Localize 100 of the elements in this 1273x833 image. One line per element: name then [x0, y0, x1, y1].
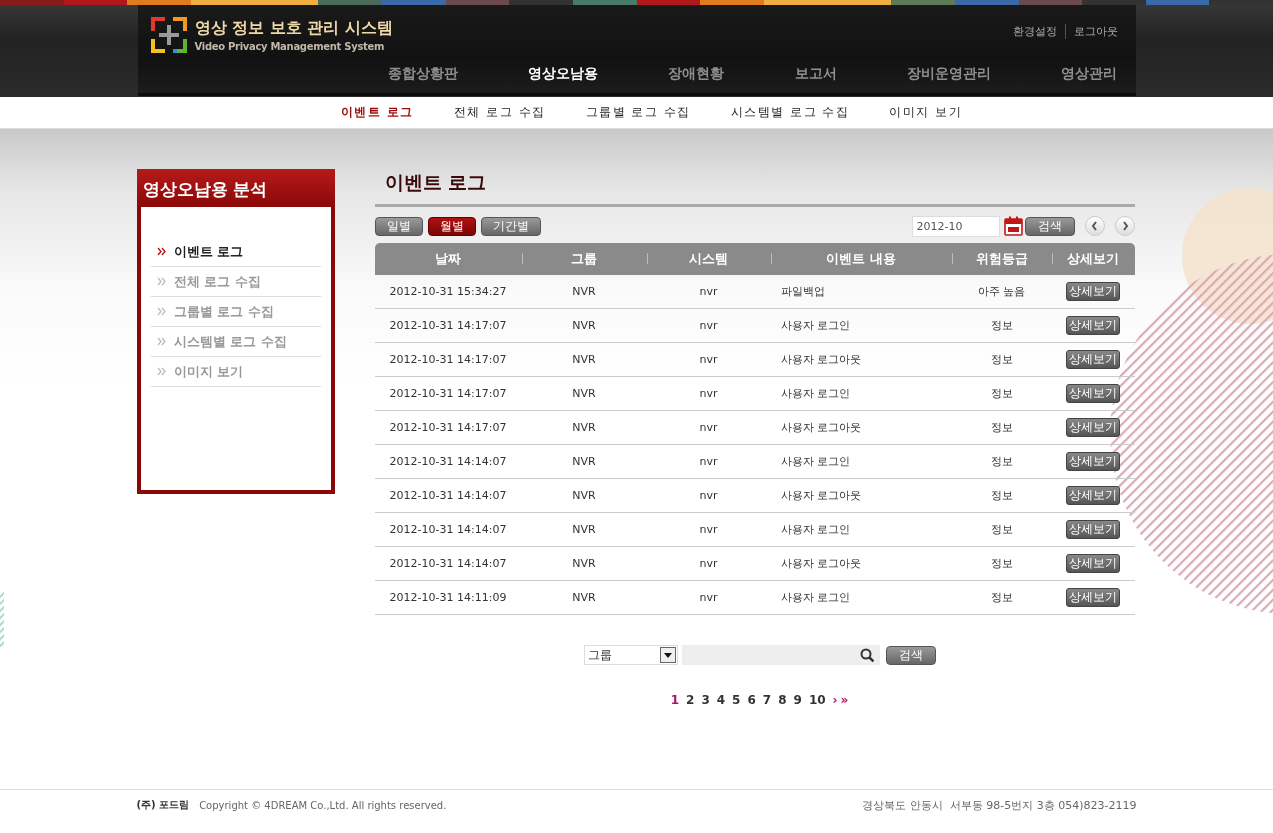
address-text: 경상북도 안동시 서부동 98-5번지 3층 054)823-2119 — [862, 797, 1137, 813]
table-cell: 사용자 로그인 — [770, 308, 952, 343]
table-cell: 사용자 로그아웃 — [770, 478, 952, 513]
next-page-link[interactable]: › — [832, 693, 838, 707]
table-cell: nvr — [646, 444, 771, 479]
nav-tab[interactable]: 영상오남용 — [527, 65, 598, 83]
logo-icon — [150, 17, 187, 53]
page-link[interactable]: 2 — [686, 693, 695, 707]
page-link[interactable]: 4 — [716, 693, 726, 707]
table-cell: 사용자 로그인 — [770, 444, 952, 479]
util-link[interactable]: 환경설정 — [1012, 24, 1057, 39]
table-cell: 2012-10-31 14:17:07 — [374, 342, 522, 377]
table-cell: 정보 — [951, 342, 1052, 377]
table-cell: 정보 — [951, 512, 1052, 547]
table-cell: NVR — [521, 275, 647, 309]
next-button[interactable] — [1114, 216, 1135, 236]
detail-button[interactable]: 상세보기 — [1066, 452, 1120, 471]
table-cell: nvr — [646, 342, 771, 377]
subnav-tab[interactable]: 그룹별 로그 수집 — [585, 97, 691, 128]
search-button[interactable]: 검색 — [1024, 216, 1075, 236]
subnav-tab[interactable]: 시스템별 로그 수집 — [730, 97, 850, 128]
table-cell: 2012-10-31 14:14:07 — [374, 546, 522, 581]
table-cell: 사용자 로그아웃 — [770, 410, 952, 445]
period-tab[interactable]: 기간별 — [480, 216, 541, 236]
striped-decoration — [0, 591, 4, 647]
table-cell: 2012-10-31 14:17:07 — [374, 376, 522, 411]
table-cell: 2012-10-31 14:17:07 — [374, 410, 522, 445]
search-field[interactable] — [681, 645, 880, 665]
page-link[interactable]: 8 — [778, 693, 787, 707]
calendar-icon[interactable] — [1003, 216, 1023, 236]
nav-tab[interactable]: 보고서 — [794, 65, 837, 83]
page-link[interactable]: 5 — [732, 693, 741, 707]
detail-button[interactable]: 상세보기 — [1066, 486, 1120, 505]
detail-button[interactable]: 상세보기 — [1066, 316, 1120, 335]
copyright-text: Copyright © 4DREAM Co.,Ltd. All rights reserved. — [199, 799, 447, 811]
group-select[interactable]: 그룹 — [583, 645, 678, 665]
table-cell: 사용자 로그인 — [770, 376, 952, 411]
table-cell: 2012-10-31 14:14:07 — [374, 512, 522, 547]
detail-button[interactable]: 상세보기 — [1066, 554, 1120, 573]
detail-button[interactable]: 상세보기 — [1066, 520, 1120, 539]
subnav-tab[interactable]: 이미지 보기 — [889, 97, 963, 128]
page-link[interactable]: 3 — [701, 693, 710, 707]
page-link[interactable]: 10 — [808, 693, 826, 707]
column-header: 이벤트 내용 — [770, 243, 952, 275]
nav-tab[interactable]: 영상관리 — [1061, 65, 1118, 83]
detail-button[interactable]: 상세보기 — [1066, 418, 1120, 437]
table-cell: 정보 — [951, 410, 1052, 445]
nav-tab[interactable]: 장비운영관리 — [907, 65, 992, 83]
nav-tab[interactable]: 종합상황판 — [387, 65, 458, 83]
date-field[interactable]: 2012-10 — [911, 215, 1000, 237]
double-chevron-icon — [156, 277, 166, 286]
table-cell: 2012-10-31 14:17:07 — [374, 308, 522, 343]
nav-tab[interactable]: 장애현황 — [668, 65, 725, 83]
table-cell: nvr — [646, 376, 771, 411]
table-cell: 2012-10-31 14:11:09 — [374, 580, 522, 615]
column-header: 그룹 — [521, 243, 647, 275]
table-cell: NVR — [521, 512, 647, 547]
page-link[interactable]: 7 — [762, 693, 772, 707]
detail-button[interactable]: 상세보기 — [1066, 384, 1120, 403]
subnav-tab[interactable]: 전체 로그 수집 — [453, 97, 546, 128]
logo-title: 영상 정보 보호 관리 시스템 — [194, 18, 393, 39]
table-cell: 정보 — [951, 546, 1052, 581]
table-cell: 2012-10-31 14:14:07 — [374, 444, 522, 479]
table-cell: NVR — [521, 546, 647, 581]
column-header: 시스템 — [646, 243, 771, 275]
table-cell: nvr — [646, 410, 771, 445]
table-cell: 정보 — [951, 444, 1052, 479]
detail-button[interactable]: 상세보기 — [1066, 282, 1120, 301]
double-chevron-icon — [156, 367, 166, 376]
previous-button[interactable] — [1084, 216, 1105, 236]
logo-subtitle: Video Privacy Management System — [194, 41, 386, 52]
search-icon — [859, 648, 874, 662]
page-link[interactable]: 9 — [793, 693, 802, 707]
table-cell: 2012-10-31 15:34:27 — [374, 275, 522, 309]
period-tab[interactable]: 일별 — [374, 216, 423, 236]
page-link[interactable]: 1 — [670, 693, 680, 707]
subnav-tab[interactable]: 이벤트 로그 — [340, 97, 414, 128]
search-button[interactable]: 검색 — [885, 645, 936, 665]
period-tab[interactable]: 월별 — [427, 216, 476, 236]
table-cell: NVR — [521, 342, 647, 377]
table-cell: NVR — [521, 308, 647, 343]
sidebar-title: 영상오남용 분석 — [136, 169, 335, 207]
table-cell: nvr — [646, 546, 771, 581]
page-link[interactable]: 6 — [747, 693, 756, 707]
table-cell: NVR — [521, 410, 647, 445]
double-chevron-icon — [156, 307, 166, 316]
table-cell: NVR — [521, 478, 647, 513]
column-header: 상세보기 — [1051, 243, 1135, 275]
last-page-link[interactable]: » — [840, 693, 849, 707]
page-title: 이벤트 로그 — [374, 169, 1135, 207]
company-name: (주) 포드림 — [136, 798, 190, 812]
table-cell: 2012-10-31 14:14:07 — [374, 478, 522, 513]
util-link[interactable]: 로그아웃 — [1064, 24, 1118, 39]
table-cell: nvr — [646, 580, 771, 615]
detail-button[interactable]: 상세보기 — [1066, 588, 1120, 607]
table-cell: 정보 — [951, 308, 1052, 343]
table-cell: 정보 — [951, 580, 1052, 615]
table-cell: nvr — [646, 478, 771, 513]
detail-button[interactable]: 상세보기 — [1066, 350, 1120, 369]
sidebar-item[interactable]: 이벤트 로그 — [150, 237, 321, 267]
